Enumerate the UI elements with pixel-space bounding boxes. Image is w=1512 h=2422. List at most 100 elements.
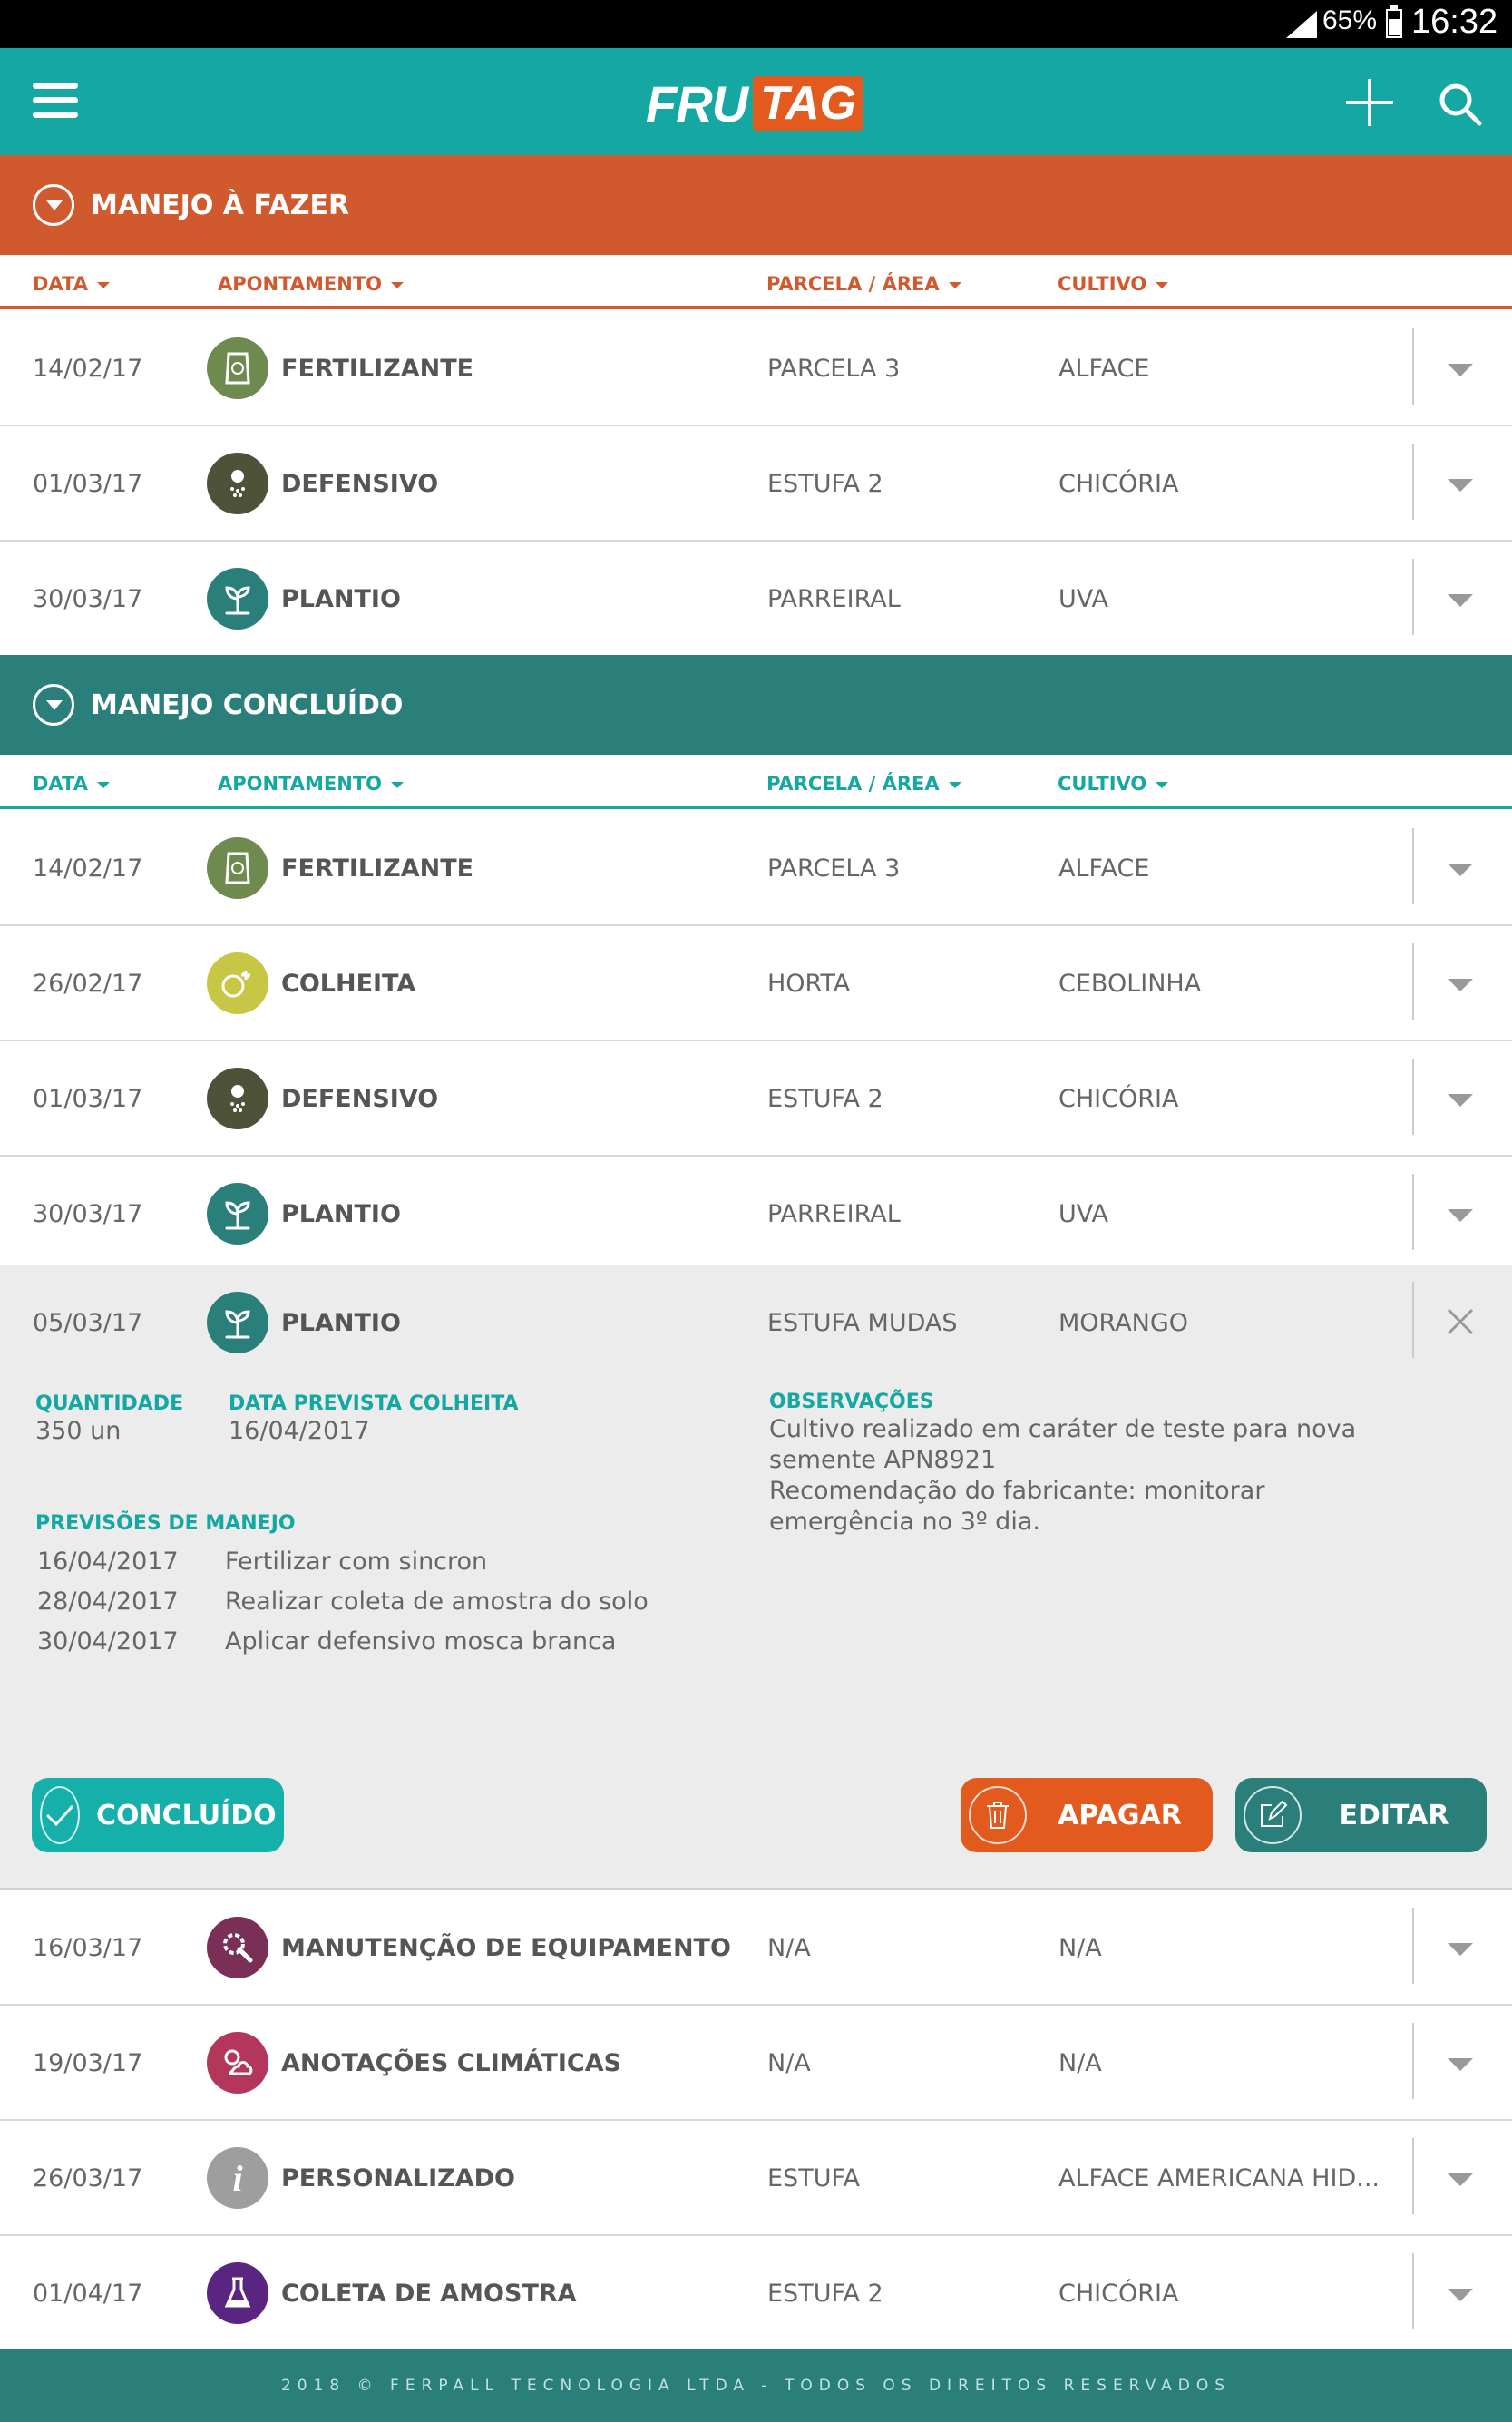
chevron-down-icon[interactable] xyxy=(1448,594,1473,607)
section-todo-title: MANEJO À FAZER xyxy=(91,189,350,221)
column-type[interactable]: APONTAMENTO xyxy=(218,273,404,295)
row-divider xyxy=(1412,1908,1414,1984)
row-area: ESTUFA 2 xyxy=(767,1084,883,1113)
chevron-down-icon[interactable] xyxy=(1448,2173,1473,2186)
row-type: FERTILIZANTE xyxy=(281,354,474,383)
sprout-icon xyxy=(207,568,268,630)
notes-line: Recomendação do fabricante: monitorar xyxy=(769,1477,1265,1505)
row-divider xyxy=(1412,1059,1414,1135)
notes-line: Cultivo realizado em caráter de teste pa… xyxy=(769,1415,1357,1443)
hamburger-menu-icon[interactable] xyxy=(33,83,78,119)
row-area: PARCELA 3 xyxy=(767,354,901,383)
row-crop: UVA xyxy=(1058,584,1108,613)
table-row[interactable]: 14/02/17 FERTILIZANTE PARCELA 3 ALFACE xyxy=(0,812,1512,926)
app-logo: FRU TAG xyxy=(646,75,863,132)
row-crop: CEBOLINHA xyxy=(1058,969,1202,998)
check-icon xyxy=(40,1786,80,1844)
forecast-text: Aplicar defensivo mosca branca xyxy=(225,1627,617,1655)
section-todo-header[interactable]: MANEJO À FAZER xyxy=(0,155,1512,255)
chevron-down-icon[interactable] xyxy=(1448,979,1473,991)
row-type: DEFENSIVO xyxy=(281,1084,439,1113)
row-area: ESTUFA xyxy=(767,2163,860,2192)
row-divider xyxy=(1412,828,1414,904)
table-row[interactable]: 01/03/17 DEFENSIVO ESTUFA 2 CHICÓRIA xyxy=(0,427,1512,542)
notes-label: OBSERVAÇÕES xyxy=(769,1391,934,1413)
row-crop: ALFACE xyxy=(1058,854,1150,883)
record-crop: MORANGO xyxy=(1058,1308,1189,1337)
row-type: PERSONALIZADO xyxy=(281,2163,516,2192)
chevron-down-icon[interactable] xyxy=(1448,864,1473,876)
chevron-down-icon[interactable] xyxy=(1448,1943,1473,1956)
forecast-date: 28/04/2017 xyxy=(37,1587,179,1616)
row-date: 01/03/17 xyxy=(33,469,143,498)
section-done-header[interactable]: MANEJO CONCLUÍDO xyxy=(0,655,1512,755)
table-row[interactable]: 26/03/17 i PERSONALIZADO ESTUFA ALFACE AMERI… xyxy=(0,2122,1512,2236)
forecast-text: Realizar coleta de amostra do solo xyxy=(225,1587,649,1616)
record-date: 05/03/17 xyxy=(33,1308,143,1337)
forecast-date: 16/04/2017 xyxy=(37,1548,179,1576)
section-done-title: MANEJO CONCLUÍDO xyxy=(91,689,404,721)
quantity-value: 350 un xyxy=(35,1417,122,1445)
weather-icon xyxy=(207,2032,268,2094)
expanded-record-header[interactable]: 05/03/17 PLANTIO ESTUFA MUDAS MORANGO xyxy=(0,1265,1512,1380)
harvest-date-label: DATA PREVISTA COLHEITA xyxy=(229,1392,519,1415)
column-date[interactable]: DATA xyxy=(33,273,110,295)
row-type: DEFENSIVO xyxy=(281,469,439,498)
add-icon[interactable] xyxy=(1346,79,1393,126)
battery-percent: 65% xyxy=(1322,5,1378,35)
forecast-date: 30/04/2017 xyxy=(37,1627,179,1655)
table-row[interactable]: 26/02/17 COLHEITA HORTA CEBOLINHA xyxy=(0,927,1512,1041)
table-row[interactable]: 19/03/17 ANOTAÇÕES CLIMÁTICAS N/A N/A xyxy=(0,2007,1512,2121)
row-date: 19/03/17 xyxy=(33,2048,143,2077)
column-area[interactable]: PARCELA / ÁREA xyxy=(766,273,961,295)
chevron-down-icon[interactable] xyxy=(1448,1209,1473,1222)
complete-button[interactable]: CONCLUÍDO xyxy=(32,1778,284,1852)
delete-button[interactable]: APAGAR xyxy=(961,1778,1213,1852)
column-area[interactable]: PARCELA / ÁREA xyxy=(766,773,961,795)
table-row[interactable]: 14/02/17 FERTILIZANTE PARCELA 3 ALFACE xyxy=(0,312,1512,426)
clock: 16:32 xyxy=(1411,3,1498,41)
status-bar: 65% 16:32 xyxy=(0,0,1512,48)
harvest-icon xyxy=(207,952,268,1014)
close-icon[interactable] xyxy=(1446,1307,1475,1336)
info-icon: i xyxy=(207,2147,268,2209)
column-type[interactable]: APONTAMENTO xyxy=(218,773,404,795)
maintenance-icon xyxy=(207,1917,268,1978)
chevron-down-icon[interactable] xyxy=(1448,2289,1473,2301)
app-bar: FRU TAG xyxy=(0,48,1512,155)
row-divider xyxy=(1412,2253,1414,2329)
done-column-headers: DATA APONTAMENTO PARCELA / ÁREA CULTIVO xyxy=(0,755,1512,809)
collapse-icon xyxy=(33,184,74,226)
fertilizer-icon xyxy=(207,837,268,899)
forecast-label: PREVISÕES DE MANEJO xyxy=(35,1512,296,1535)
chevron-down-icon[interactable] xyxy=(1448,479,1473,492)
row-area: PARCELA 3 xyxy=(767,854,901,883)
row-date: 16/03/17 xyxy=(33,1933,143,1962)
table-row[interactable]: 30/03/17 PLANTIO PARREIRAL UVA xyxy=(0,1157,1512,1272)
row-date: 30/03/17 xyxy=(33,584,143,613)
row-divider xyxy=(1412,1174,1414,1250)
edit-button-label: EDITAR xyxy=(1339,1799,1449,1831)
chevron-down-icon[interactable] xyxy=(1448,364,1473,376)
chevron-down-icon[interactable] xyxy=(1448,2058,1473,2071)
column-crop[interactable]: CULTIVO xyxy=(1058,773,1168,795)
table-row[interactable]: 30/03/17 PLANTIO PARREIRAL UVA xyxy=(0,542,1512,657)
table-row[interactable]: 01/04/17 COLETA DE AMOSTRA ESTUFA 2 CHICÓRI… xyxy=(0,2237,1512,2351)
complete-button-label: CONCLUÍDO xyxy=(96,1799,277,1831)
record-type: PLANTIO xyxy=(281,1308,401,1337)
row-area: PARREIRAL xyxy=(767,584,901,613)
row-crop: ALFACE xyxy=(1058,354,1150,383)
column-date[interactable]: DATA xyxy=(33,773,110,795)
row-date: 01/04/17 xyxy=(33,2279,143,2308)
table-row[interactable]: 16/03/17 MANUTENÇÃO DE EQUIPAMENTO N/A N/A xyxy=(0,1891,1512,2006)
column-crop[interactable]: CULTIVO xyxy=(1058,273,1168,295)
row-crop: N/A xyxy=(1058,2048,1102,2077)
row-crop: CHICÓRIA xyxy=(1058,469,1179,498)
edit-button[interactable]: EDITAR xyxy=(1235,1778,1487,1852)
pesticide-icon xyxy=(207,1068,268,1129)
table-row[interactable]: 01/03/17 DEFENSIVO ESTUFA 2 CHICÓRIA xyxy=(0,1042,1512,1157)
row-divider xyxy=(1412,2023,1414,2099)
search-icon[interactable] xyxy=(1437,81,1484,128)
chevron-down-icon[interactable] xyxy=(1448,1094,1473,1107)
row-type: MANUTENÇÃO DE EQUIPAMENTO xyxy=(281,1933,731,1962)
